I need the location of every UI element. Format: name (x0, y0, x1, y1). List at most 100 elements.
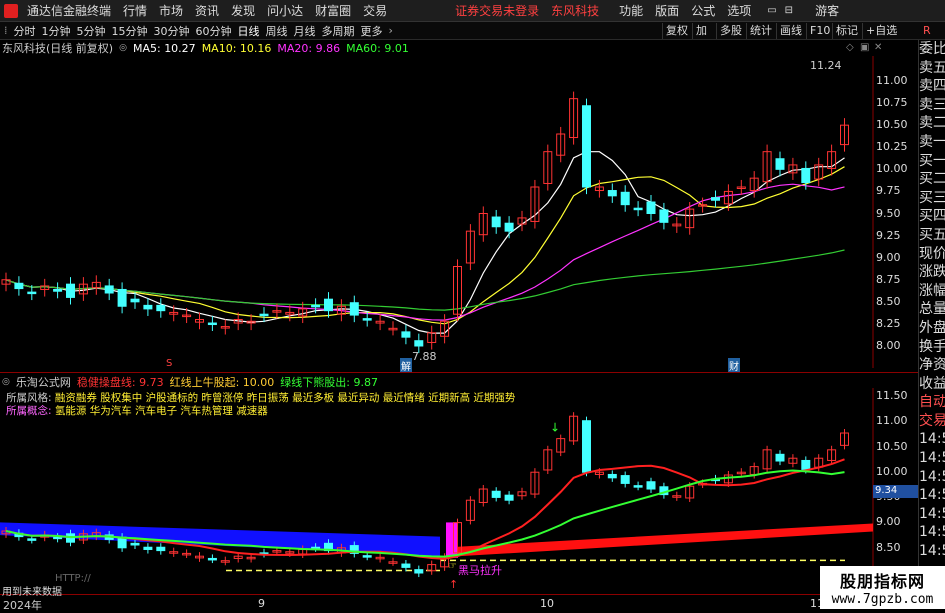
btn-stats[interactable]: 统计 (746, 23, 775, 39)
candle-down (414, 340, 424, 347)
side-item[interactable]: 14:5 (919, 505, 945, 524)
menu-news[interactable]: 资讯 (195, 2, 219, 19)
main-candlestick-chart[interactable] (0, 56, 918, 368)
side-item[interactable]: 交易 (919, 412, 945, 431)
menu-function[interactable]: 功能 (619, 2, 643, 19)
btn-draw[interactable]: 画线 (776, 23, 805, 39)
side-item[interactable]: 总量 (919, 300, 945, 319)
tab-daily[interactable]: 日线 (235, 23, 263, 39)
r-indicator[interactable]: R (920, 23, 934, 39)
side-item[interactable]: 买五 (919, 226, 945, 245)
side-item[interactable]: 卖五 (919, 59, 945, 78)
side-item[interactable]: 卖四 (919, 77, 945, 96)
side-item[interactable]: 买一 (919, 152, 945, 171)
candle-down (143, 304, 153, 310)
side-item[interactable]: 买四 (919, 207, 945, 226)
side-item[interactable]: 14:5 (919, 430, 945, 449)
app-logo-icon (4, 3, 18, 18)
side-item[interactable]: 14:5 (919, 523, 945, 542)
btn-mark[interactable]: 标记 (832, 23, 861, 39)
broker-status[interactable]: 证券交易未登录 (455, 2, 539, 19)
side-item[interactable]: 买二 (919, 170, 945, 189)
candle-down (775, 453, 785, 462)
cai-marker[interactable]: 财 (728, 358, 740, 373)
hand-pointer-icon: ☞ (448, 561, 457, 572)
candle-down (27, 538, 37, 541)
minimize-icon[interactable]: ▭ (767, 5, 776, 16)
menu-ask[interactable]: 问小达 (267, 2, 303, 19)
restore-icon[interactable]: ⊟ (785, 5, 793, 16)
candle-down (130, 298, 140, 303)
menu-wealth[interactable]: 财富圈 (315, 2, 351, 19)
side-item[interactable]: 现价 (919, 245, 945, 264)
tab-monthly[interactable]: 月线 (291, 23, 319, 39)
quote-side-panel[interactable]: 委比 卖五 卖四 卖三 卖二 卖一 买一 买二 买三 买四 买五 现价 涨跌 涨幅 总量 外盘 换手 净资 收益 自动… (918, 40, 945, 609)
side-item[interactable]: 14:5 (919, 486, 945, 505)
jie-marker[interactable]: 解 (400, 358, 412, 373)
side-item[interactable]: 涨幅 (919, 282, 945, 301)
diamond-icon[interactable]: ◇ (846, 42, 854, 53)
btn-fuquan[interactable]: 复权 (662, 23, 691, 39)
tab-fenshi[interactable]: 分时 (11, 23, 39, 39)
candle-down (414, 569, 424, 574)
candle-down (504, 494, 514, 501)
candle-down (582, 420, 591, 473)
side-item[interactable]: 14:5 (919, 449, 945, 468)
candle-down (775, 158, 785, 170)
side-item[interactable]: 换手 (919, 338, 945, 357)
y-tick-label: 10.50 (876, 118, 908, 132)
menu-options[interactable]: 选项 (727, 2, 751, 19)
ma5-label: MA5: (132, 41, 161, 55)
candle-down (491, 490, 501, 498)
candle-down (53, 288, 63, 292)
btn-add-watch[interactable]: +自选 (862, 23, 900, 39)
grid-icon[interactable]: ⁞ (0, 24, 11, 37)
tab-15min[interactable]: 15分钟 (109, 23, 151, 39)
btn-f10[interactable]: F10 (806, 23, 833, 39)
side-item[interactable]: 涨跌 (919, 263, 945, 282)
tab-more[interactable]: 更多 (358, 23, 386, 39)
side-item[interactable]: 收益 (919, 375, 945, 394)
y-tick-label: 9.75 (876, 184, 901, 198)
indicator-settings-icon[interactable]: ◎ (2, 377, 10, 387)
side-item[interactable]: 卖一 (919, 133, 945, 152)
menu-layout[interactable]: 版面 (655, 2, 679, 19)
btn-multi-stock[interactable]: 多股 (716, 23, 745, 39)
main-chart-legend: 东风科技(日线 前复权) ◎ MA5: 10.27 MA10: 10.16 MA… (0, 40, 409, 56)
collapse-icon[interactable]: ▣ (860, 42, 869, 53)
tab-weekly[interactable]: 周线 (263, 23, 291, 39)
guest-label[interactable]: 游客 (815, 2, 839, 19)
side-item[interactable]: 14:5 (919, 468, 945, 487)
menu-formula[interactable]: 公式 (691, 2, 715, 19)
s-marker: S (166, 358, 173, 369)
y-tick-label: 10.25 (876, 140, 908, 154)
close-panel-icon[interactable]: ✕ (874, 42, 882, 53)
tab-1min[interactable]: 1分钟 (39, 23, 74, 39)
candle-down (156, 546, 166, 552)
tab-60min[interactable]: 60分钟 (193, 23, 235, 39)
btn-add[interactable]: 加 (692, 23, 710, 39)
menu-market[interactable]: 市场 (159, 2, 183, 19)
tab-30min[interactable]: 30分钟 (151, 23, 193, 39)
side-item[interactable]: 委比 (919, 40, 945, 59)
candle-down (607, 190, 617, 197)
more-chevron-icon[interactable]: › (386, 24, 396, 37)
menu-quotes[interactable]: 行情 (123, 2, 147, 19)
side-item[interactable]: 卖二 (919, 114, 945, 133)
candle-down (143, 546, 153, 550)
side-item[interactable]: 净资 (919, 356, 945, 375)
side-item[interactable]: 外盘 (919, 319, 945, 338)
side-item[interactable]: 14:5 (919, 542, 945, 561)
y-tick-label: 10.50 (876, 439, 908, 453)
y-tick-label: 8.75 (876, 272, 901, 286)
side-item[interactable]: 买三 (919, 189, 945, 208)
tab-5min[interactable]: 5分钟 (74, 23, 109, 39)
side-item[interactable]: 自动 (919, 393, 945, 412)
menu-trade[interactable]: 交易 (363, 2, 387, 19)
candle-down (401, 331, 411, 338)
tab-multi[interactable]: 多周期 (319, 23, 358, 39)
settings-icon[interactable]: ◎ (119, 43, 127, 53)
side-item[interactable]: 卖三 (919, 96, 945, 115)
menu-discover[interactable]: 发现 (231, 2, 255, 19)
down-arrow-icon: ↓ (550, 420, 560, 434)
